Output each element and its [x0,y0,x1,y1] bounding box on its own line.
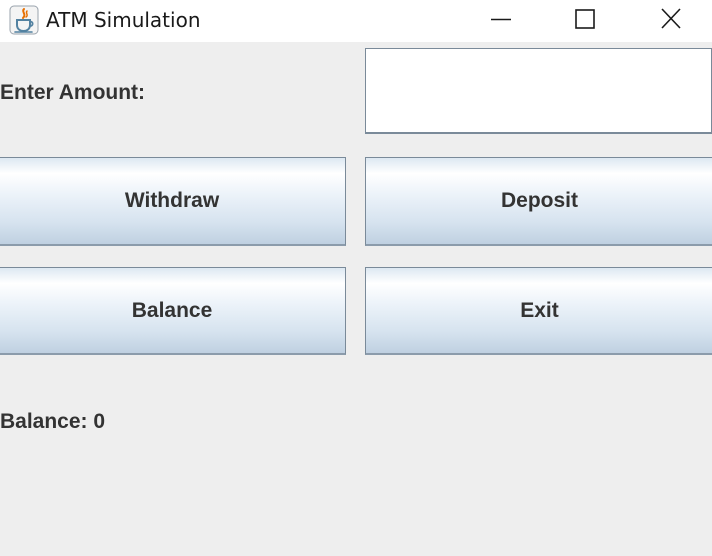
close-button[interactable] [643,0,699,40]
amount-label: Enter Amount: [0,81,146,104]
minimize-icon [491,18,511,21]
exit-button[interactable]: Exit [365,267,712,355]
amount-input[interactable] [365,48,712,134]
deposit-button[interactable]: Deposit [365,157,712,246]
maximize-icon [575,9,595,29]
java-coffee-cup-icon [9,5,39,35]
balance-button[interactable]: Balance [0,267,346,355]
withdraw-button[interactable]: Withdraw [0,157,346,246]
window-title: ATM Simulation [46,8,201,32]
balance-status-label: Balance: 0 [0,410,106,433]
minimize-button[interactable] [473,0,529,40]
close-icon [661,8,681,29]
title-bar[interactable]: ATM Simulation [0,0,712,42]
maximize-button[interactable] [557,0,613,40]
